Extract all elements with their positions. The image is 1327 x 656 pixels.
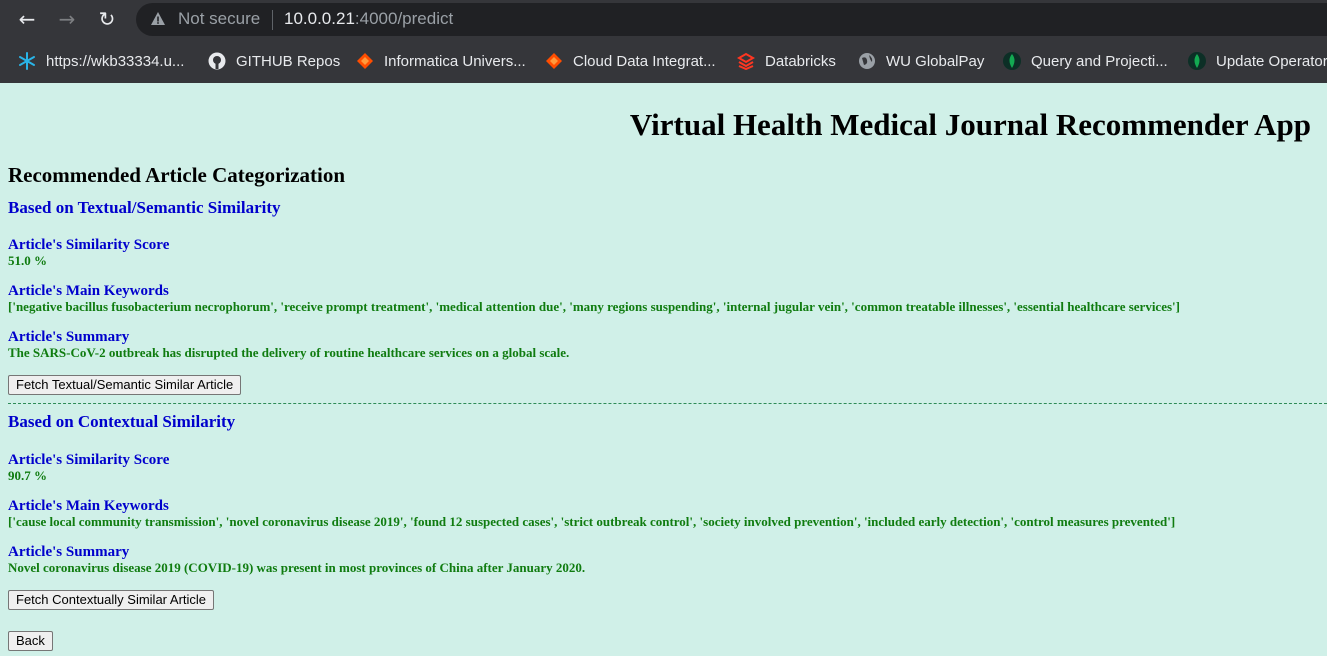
- contextual-score-label: Article's Similarity Score: [8, 452, 170, 468]
- app-title: Virtual Health Medical Journal Recommend…: [629, 107, 1311, 142]
- browser-chrome: ← → ↻ Not secure 10.0.0.21:4000/predict …: [0, 0, 1327, 83]
- contextual-keywords-value: ['cause local community transmission', '…: [8, 514, 1176, 529]
- url-host: 10.0.0.21: [284, 9, 355, 28]
- bookmark-label: Cloud Data Integrat...: [573, 52, 716, 70]
- contextual-summary-label: Article's Summary: [8, 544, 130, 560]
- fetch-contextual-article-button[interactable]: Fetch Contextually Similar Article: [8, 590, 215, 610]
- url-text[interactable]: 10.0.0.21:4000/predict: [284, 9, 453, 29]
- bookmark-wu-globalpay[interactable]: WU GlobalPay: [858, 50, 984, 72]
- security-status[interactable]: Not secure: [178, 9, 260, 29]
- informatica-icon: [356, 52, 374, 70]
- contextual-score-value: 90.7 %: [8, 468, 47, 483]
- address-separator: [272, 10, 273, 30]
- bookmark-snowflake[interactable]: https://wkb33334.u...: [18, 50, 184, 72]
- page-content: Virtual Health Medical Journal Recommend…: [0, 83, 1327, 656]
- textual-summary-value: The SARS-CoV-2 outbreak has disrupted th…: [8, 345, 570, 360]
- bookmark-label: Update Operators: [1216, 52, 1327, 70]
- back-arrow-icon[interactable]: ←: [14, 6, 40, 32]
- bookmark-label: Query and Projecti...: [1031, 52, 1168, 70]
- bookmark-databricks[interactable]: Databricks: [736, 50, 836, 72]
- snowflake-icon: [18, 52, 36, 70]
- bookmark-label: Databricks: [765, 52, 836, 70]
- bookmark-update-operators[interactable]: Update Operators: [1188, 50, 1327, 72]
- textual-score-label: Article's Similarity Score: [8, 237, 170, 253]
- contextual-keywords-label: Article's Main Keywords: [8, 498, 169, 514]
- reload-icon[interactable]: ↻: [94, 6, 120, 32]
- url-path: :4000/predict: [354, 9, 454, 28]
- mongodb-leaf-icon: [1188, 52, 1206, 70]
- github-icon: [208, 52, 226, 70]
- textual-score-value: 51.0 %: [8, 253, 47, 268]
- textual-keywords-value: ['negative bacillus fusobacterium necrop…: [8, 299, 1180, 314]
- bookmark-label: GITHUB Repos: [236, 52, 341, 70]
- bookmark-github-repos[interactable]: GITHUB Repos: [208, 50, 340, 72]
- bookmark-cloud-data-integration[interactable]: Cloud Data Integrat...: [545, 50, 716, 72]
- bookmark-label: WU GlobalPay: [886, 52, 985, 70]
- bookmark-query-and-projection[interactable]: Query and Projecti...: [1003, 50, 1168, 72]
- contextual-similarity-heading: Based on Contextual Similarity: [8, 412, 236, 431]
- mongodb-leaf-icon: [1003, 52, 1021, 70]
- bookmark-label: https://wkb33334.u...: [46, 52, 185, 70]
- databricks-icon: [736, 52, 756, 71]
- textual-summary-label: Article's Summary: [8, 329, 130, 345]
- bookmark-label: Informatica Univers...: [384, 52, 526, 70]
- address-bar[interactable]: Not secure 10.0.0.21:4000/predict: [136, 3, 1327, 36]
- browser-toolbar: ← → ↻ Not secure 10.0.0.21:4000/predict: [0, 0, 1327, 38]
- bookmark-informatica-university[interactable]: Informatica Univers...: [356, 50, 526, 72]
- back-button[interactable]: Back: [8, 631, 53, 651]
- textual-keywords-label: Article's Main Keywords: [8, 283, 169, 299]
- fetch-textual-article-button[interactable]: Fetch Textual/Semantic Similar Article: [8, 375, 242, 395]
- globe-icon: [858, 52, 876, 70]
- informatica-icon: [545, 52, 563, 70]
- section-title: Recommended Article Categorization: [8, 163, 346, 187]
- forward-arrow-icon[interactable]: →: [54, 6, 80, 32]
- contextual-summary-value: Novel coronavirus disease 2019 (COVID-19…: [8, 560, 586, 575]
- section-divider: [8, 403, 1327, 404]
- textual-similarity-heading: Based on Textual/Semantic Similarity: [8, 198, 281, 217]
- bookmarks-bar: https://wkb33334.u... GITHUB Repos Infor…: [0, 38, 1327, 83]
